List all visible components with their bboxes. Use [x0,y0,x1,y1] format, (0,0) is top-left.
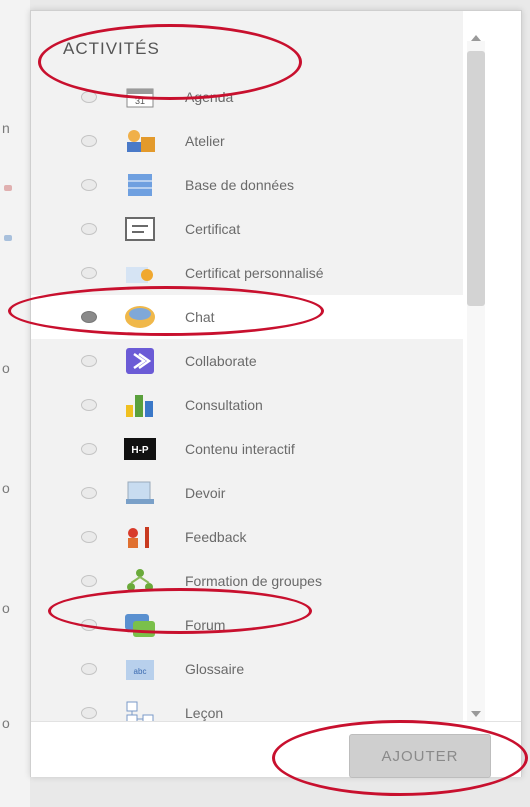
activity-item[interactable]: Chat [31,295,463,339]
activity-label: Contenu interactif [185,441,295,457]
feedback-icon [123,523,157,551]
background-marker [4,185,12,191]
svg-text:H-P: H-P [131,445,149,456]
activity-radio[interactable] [81,91,97,103]
activity-item[interactable]: Atelier [31,119,463,163]
chat-icon [123,303,157,331]
activity-item[interactable]: Consultation [31,383,463,427]
activity-item[interactable]: Base de données [31,163,463,207]
activity-item[interactable]: 31 Agenda [31,75,463,119]
activity-radio[interactable] [81,531,97,543]
activity-label: Feedback [185,529,247,545]
svg-text:abc: abc [134,667,147,676]
forum-icon [123,611,157,639]
activity-radio[interactable] [81,179,97,191]
activity-item[interactable]: abc Glossaire [31,647,463,691]
activity-radio[interactable] [81,355,97,367]
activity-label: Collaborate [185,353,257,369]
background-page: n o o o o [0,0,30,807]
scroll-down-arrow-icon[interactable] [471,711,481,717]
calendar-icon: 31 [123,83,157,111]
activity-label: Devoir [185,485,226,501]
activity-radio[interactable] [81,575,97,587]
svg-text:31: 31 [135,96,145,106]
activity-radio[interactable] [81,487,97,499]
background-text-fragment: n [2,120,10,136]
activity-label: Agenda [185,89,234,105]
activity-item[interactable]: Devoir [31,471,463,515]
activity-item[interactable]: Certificat [31,207,463,251]
assignment-icon [123,479,157,507]
background-text-fragment: o [2,360,10,376]
collaborate-icon [123,347,157,375]
glossary-icon: abc [123,655,157,683]
scroll-up-arrow-icon[interactable] [471,35,481,41]
activity-label: Glossaire [185,661,245,677]
activity-label: Forum [185,617,226,633]
custom-certificate-icon [123,259,157,287]
background-text-fragment: o [2,480,10,496]
activity-radio[interactable] [81,707,97,719]
activity-radio[interactable] [81,311,97,323]
activity-radio[interactable] [81,223,97,235]
activity-radio[interactable] [81,619,97,631]
background-marker [4,235,12,241]
choice-chart-icon [123,391,157,419]
activity-item[interactable]: Forum [31,603,463,647]
activity-radio[interactable] [81,399,97,411]
h5p-icon: H-P [123,435,157,463]
activity-item[interactable]: Formation de groupes [31,559,463,603]
activity-radio[interactable] [81,135,97,147]
database-icon [123,171,157,199]
certificate-icon [123,215,157,243]
activity-item[interactable]: H-P Contenu interactif [31,427,463,471]
activity-list-pane: ACTIVITÉS 31 Agenda Atelier Base de données… [31,11,463,721]
add-button[interactable]: AJOUTER [349,734,491,778]
dialog-footer: AJOUTER [31,721,521,778]
activity-label: Atelier [185,133,225,149]
activity-item[interactable]: Feedback [31,515,463,559]
scrollbar-thumb[interactable] [467,51,485,306]
activity-radio[interactable] [81,663,97,675]
activity-label: Chat [185,309,215,325]
lesson-icon [123,699,157,721]
background-text-fragment: o [2,600,10,616]
activity-radio[interactable] [81,267,97,279]
activity-label: Consultation [185,397,263,413]
activity-item[interactable]: Certificat personnalisé [31,251,463,295]
background-text-fragment: o [2,715,10,731]
group-formation-icon [123,567,157,595]
activity-chooser-dialog: ACTIVITÉS 31 Agenda Atelier Base de données… [30,10,522,778]
activity-label: Base de données [185,177,294,193]
activity-label: Certificat [185,221,241,237]
workshop-icon [123,127,157,155]
activities-heading: ACTIVITÉS [63,39,160,58]
activity-label: Formation de groupes [185,573,322,589]
activity-label: Leçon [185,705,224,721]
activity-item[interactable]: Leçon [31,691,463,721]
activity-label: Certificat personnalisé [185,265,324,281]
activity-radio[interactable] [81,443,97,455]
activity-item[interactable]: Collaborate [31,339,463,383]
